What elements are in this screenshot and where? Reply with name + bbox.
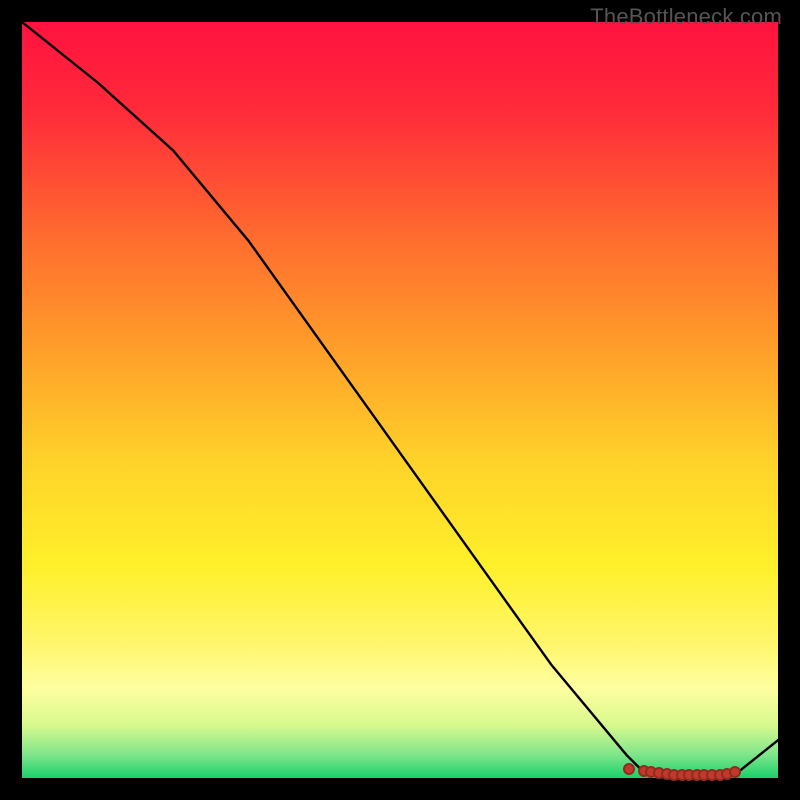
plot-inner <box>22 22 778 778</box>
data-marker <box>623 763 635 775</box>
plot-area <box>22 22 778 778</box>
chart-frame: TheBottleneck.com <box>0 0 800 800</box>
data-marker <box>729 766 741 778</box>
watermark-text: TheBottleneck.com <box>590 4 782 30</box>
data-line <box>22 22 778 778</box>
